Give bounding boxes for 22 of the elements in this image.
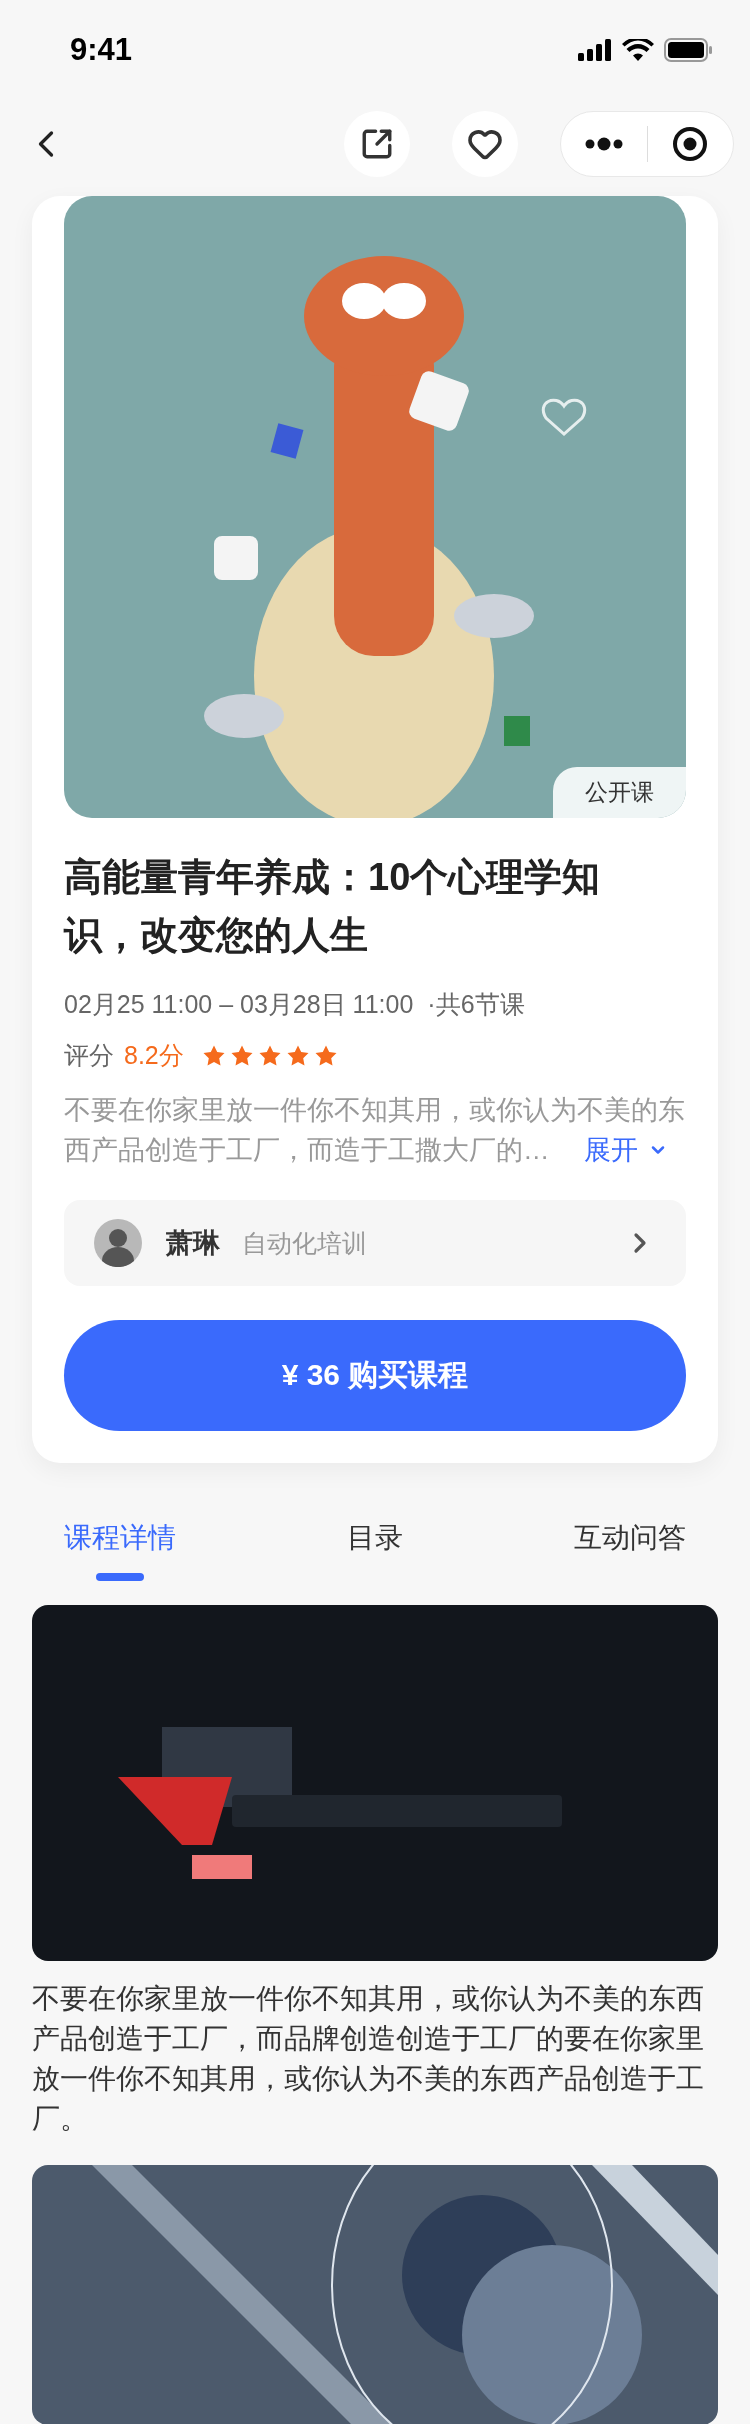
- course-type-badge: 公开课: [553, 767, 686, 818]
- rating-score: 8.2分: [124, 1040, 184, 1071]
- battery-icon: [664, 38, 712, 62]
- tab[interactable]: 目录: [347, 1519, 403, 1581]
- lesson-count: ·共6节课: [427, 989, 525, 1020]
- course-schedule: 02月25 11:00 – 03月28日 11:00: [64, 989, 414, 1020]
- more-icon: [584, 137, 623, 151]
- course-title: 高能量青年养成：10个心理学知识，改变您的人生: [64, 855, 602, 958]
- share-icon: [360, 127, 394, 161]
- target-icon: [672, 126, 709, 162]
- wifi-icon: [622, 39, 654, 61]
- course-description: 不要在你家里放一件你不知其用，或你认为不美的东西产品创造于工厂，而造于工撒大厂的… 展开: [64, 1090, 704, 1170]
- rating-label: 评分: [64, 1040, 114, 1071]
- tab[interactable]: 互动问答: [574, 1519, 686, 1581]
- tab[interactable]: 课程详情: [64, 1519, 176, 1581]
- expand-link[interactable]: 展开: [583, 1130, 668, 1170]
- status-time: 9:41: [70, 32, 133, 68]
- signal-icon: [578, 39, 612, 61]
- teacher-row[interactable]: 萧琳 自动化培训: [64, 1200, 686, 1286]
- buy-course-button[interactable]: ¥ 36 购买课程: [64, 1320, 686, 1431]
- detail-paragraph: 不要在你家里放一件你不知其用，或你认为不美的东西产品创造于工厂，而品牌创造创造于工厂的要在你家里放一件你不知其用，或你认为不美的东西产品创造于工厂。: [32, 1982, 705, 2136]
- avatar: [94, 1219, 142, 1267]
